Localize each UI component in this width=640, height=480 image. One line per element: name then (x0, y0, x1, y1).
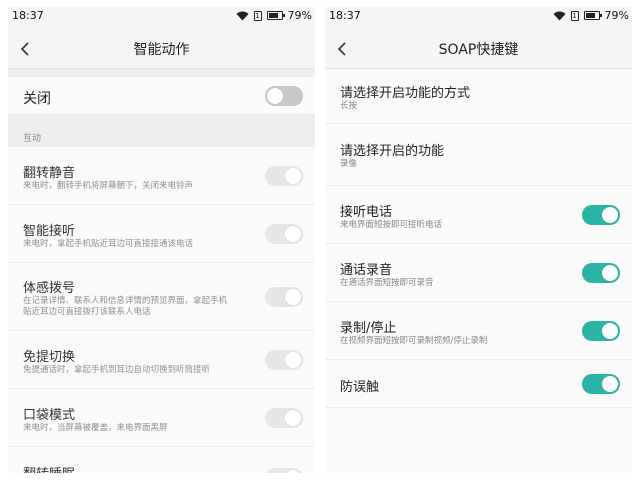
setting-title: 请选择开启的功能 (340, 144, 445, 159)
divider (8, 69, 315, 77)
list-item-description: 在通话界面短按即可录音 (340, 278, 434, 288)
handsfree-switch-toggle[interactable] (265, 350, 303, 370)
status-bar: 18:37 1 79% (8, 7, 315, 27)
setting-value: 长按 (340, 101, 358, 111)
pocket-mode-toggle[interactable] (265, 408, 303, 428)
soap-shortcut-screen: 18:37 1 79% SOAP快捷键 请选择开启功能的方式 长按 请选择开启的… (325, 7, 632, 473)
list-item-title: 录制/停止 (340, 321, 397, 336)
sim-card-icon: 1 (570, 10, 579, 21)
list-item-anti-mistouch[interactable]: 防误触 (325, 360, 632, 408)
list-item-flip-sleep[interactable]: 翻转睡眠 (8, 447, 315, 473)
smart-answer-toggle[interactable] (265, 224, 303, 244)
list-item-description: 来电时，当屏幕被覆盖，来电界面黑屏 (23, 423, 168, 433)
section-header-label: 互动 (23, 134, 42, 144)
battery-icon (583, 11, 602, 20)
battery-percent: 79% (604, 9, 629, 22)
list-item-title: 接听电话 (340, 205, 393, 220)
list-item-flip-mute[interactable]: 翻转静音 来电时，翻转手机将屏幕朝下，关闭来电铃声 (8, 147, 315, 205)
list-item-title: 翻转静音 (23, 166, 76, 181)
call-recording-toggle[interactable] (582, 263, 620, 283)
flip-sleep-toggle[interactable] (265, 468, 303, 473)
list-item-description: 在记录详情、联系人和信息详情的预览界面，拿起手机 (23, 296, 228, 306)
list-item-title: 防误触 (340, 380, 380, 395)
motion-dial-toggle[interactable] (265, 287, 303, 307)
setting-activation-method[interactable]: 请选择开启功能的方式 长按 (325, 69, 632, 124)
record-stop-toggle[interactable] (582, 321, 620, 341)
list-item-smart-answer[interactable]: 智能接听 来电时，拿起手机贴近耳边可直接接通该电话 (8, 205, 315, 263)
master-toggle[interactable] (265, 86, 303, 106)
flip-mute-toggle[interactable] (265, 166, 303, 186)
smart-actions-screen: 18:37 1 79% 智能动作 关闭 互动 翻转静音 来电时，翻转手机将屏幕朝… (8, 7, 315, 473)
list-item-title: 通话录音 (340, 263, 393, 278)
setting-function-select[interactable]: 请选择开启的功能 录像 (325, 124, 632, 186)
list-item-title: 免提切换 (23, 350, 76, 365)
wifi-icon (236, 11, 249, 21)
list-item-pocket-mode[interactable]: 口袋模式 来电时，当屏幕被覆盖，来电界面黑屏 (8, 389, 315, 447)
sim-card-icon: 1 (253, 10, 262, 21)
battery-icon (266, 11, 285, 20)
list-item-description: 来电时，翻转手机将屏幕朝下，关闭来电铃声 (23, 181, 194, 191)
setting-title: 请选择开启功能的方式 (340, 86, 471, 101)
page-title: SOAP快捷键 (438, 42, 519, 58)
master-switch-row[interactable]: 关闭 (8, 77, 315, 115)
answer-call-toggle[interactable] (582, 205, 620, 225)
list-item-answer-call[interactable]: 接听电话 来电界面短按即可接听电话 (325, 186, 632, 244)
list-item-title: 体感拨号 (23, 281, 76, 296)
navigation-bar: SOAP快捷键 (325, 27, 632, 69)
list-item-title: 翻转睡眠 (23, 463, 75, 473)
list-item-description: 来电界面短按即可接听电话 (340, 220, 443, 230)
list-item-title: 口袋模式 (23, 408, 76, 423)
list-item-title: 智能接听 (23, 224, 76, 239)
wifi-icon (553, 11, 566, 21)
page-title: 智能动作 (133, 42, 190, 58)
battery-percent: 79% (287, 9, 312, 22)
status-bar: 18:37 1 79% (325, 7, 632, 27)
list-item-description: 免提通话时，拿起手机到耳边自动切换到听筒接听 (23, 365, 211, 375)
list-item-call-recording[interactable]: 通话录音 在通话界面短按即可录音 (325, 244, 632, 302)
master-switch-label: 关闭 (23, 91, 51, 107)
section-header: 互动 (8, 115, 315, 147)
list-item-motion-dial[interactable]: 体感拨号 在记录详情、联系人和信息详情的预览界面，拿起手机 贴近耳边可直接拨打该… (8, 263, 315, 331)
status-time: 18:37 (12, 9, 44, 22)
setting-value: 录像 (340, 159, 358, 169)
list-item-description: 在视频界面短按即可录制视频/停止录制 (340, 336, 488, 346)
list-item-handsfree-switch[interactable]: 免提切换 免提通话时，拿起手机到耳边自动切换到听筒接听 (8, 331, 315, 389)
navigation-bar: 智能动作 (8, 27, 315, 69)
list-item-description: 贴近耳边可直接拨打该联系人电话 (23, 307, 151, 317)
status-time: 18:37 (329, 9, 361, 22)
list-item-record-stop[interactable]: 录制/停止 在视频界面短按即可录制视频/停止录制 (325, 302, 632, 360)
anti-mistouch-toggle[interactable] (582, 374, 620, 394)
list-item-description: 来电时，拿起手机贴近耳边可直接接通该电话 (23, 239, 194, 249)
